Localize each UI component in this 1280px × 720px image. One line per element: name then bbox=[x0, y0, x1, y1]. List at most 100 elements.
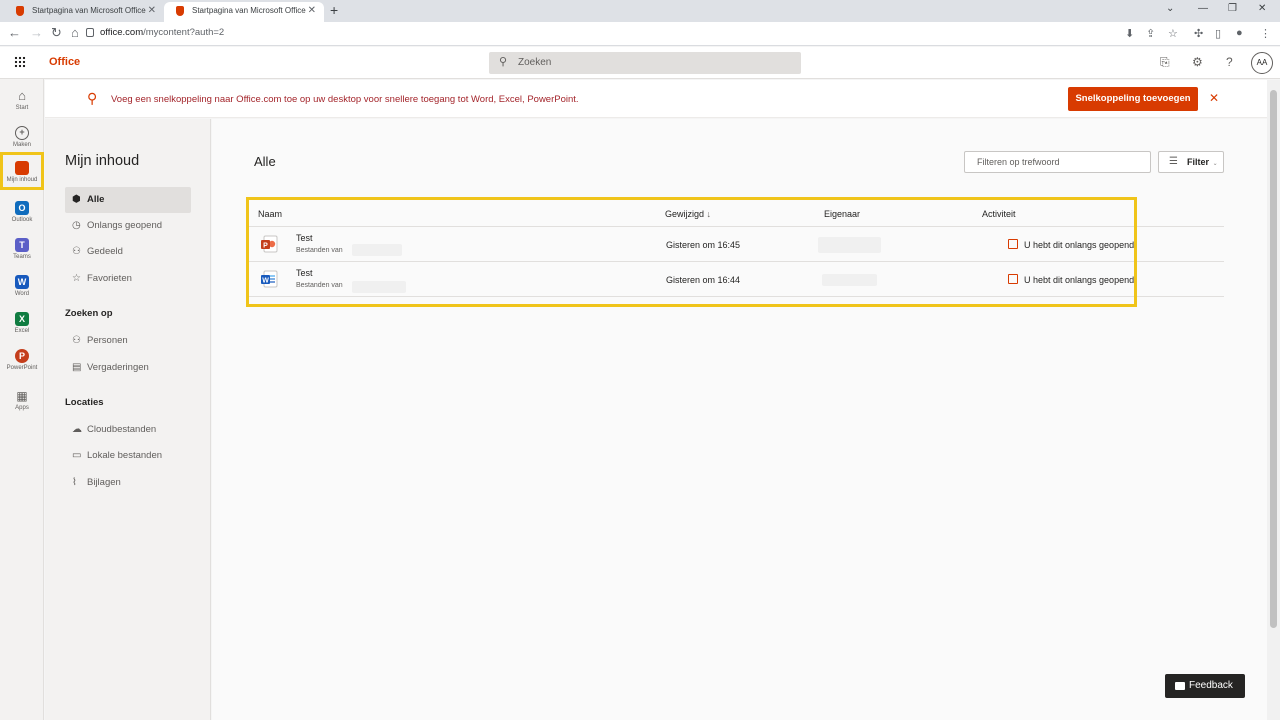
rail-item-outlook[interactable]: O Outlook bbox=[0, 195, 44, 231]
nav-item-local-files[interactable]: ▭ Lokale bestanden bbox=[65, 443, 191, 469]
plus-icon: + bbox=[15, 126, 29, 140]
page-scrollbar[interactable] bbox=[1267, 80, 1280, 720]
filter-lines-icon: ☰ bbox=[1169, 156, 1178, 167]
help-icon[interactable]: ? bbox=[1226, 55, 1233, 69]
home-icon[interactable]: ⌂ bbox=[71, 25, 79, 40]
office-brand[interactable]: Office bbox=[49, 56, 80, 68]
tab-title: Startpagina van Microsoft Office bbox=[192, 6, 306, 15]
reload-icon[interactable]: ↻ bbox=[51, 25, 62, 41]
file-location: Bestanden van bbox=[296, 247, 343, 254]
calendar-icon: ▤ bbox=[72, 362, 82, 373]
search-box[interactable]: ⚲ Zoeken bbox=[489, 52, 801, 74]
whats-new-icon[interactable]: ⎘ bbox=[1160, 55, 1170, 70]
nav-item-attachments[interactable]: ⌇ Bijlagen bbox=[65, 470, 191, 496]
folder-icon bbox=[15, 161, 29, 175]
cube-icon: ⬢ bbox=[72, 194, 81, 205]
table-row[interactable]: W Test Bestanden van Gisteren om 16:44 U… bbox=[248, 262, 1224, 297]
people-icon: ⚇ bbox=[72, 335, 81, 346]
rail-item-start[interactable]: ⌂ Start bbox=[0, 83, 44, 119]
forward-icon[interactable]: → bbox=[30, 25, 43, 40]
redacted-owner-name bbox=[352, 281, 406, 293]
tab-search-icon[interactable]: ⌄ bbox=[1166, 3, 1174, 14]
home-icon: ⌂ bbox=[18, 88, 26, 103]
outlook-icon: O bbox=[15, 201, 29, 215]
cloud-icon: ☁ bbox=[72, 424, 82, 435]
file-modified: Gisteren om 16:45 bbox=[666, 240, 741, 250]
people-icon: ⚇ bbox=[72, 246, 81, 257]
rail-item-teams[interactable]: T Teams bbox=[0, 232, 44, 268]
powerpoint-icon: P bbox=[15, 349, 29, 363]
redacted-owner bbox=[822, 274, 877, 286]
window-close-icon[interactable]: ✕ bbox=[1258, 3, 1266, 14]
sidepanel-icon[interactable]: ▯ bbox=[1215, 27, 1221, 40]
column-activity[interactable]: Activiteit bbox=[982, 209, 1016, 219]
dismiss-banner-icon[interactable]: ✕ bbox=[1209, 91, 1219, 105]
redacted-owner-name bbox=[352, 244, 402, 256]
address-bar: ← → ↻ ⌂ office.com/mycontent?auth=2 ⬇ ⇪ … bbox=[0, 22, 1280, 46]
table-row[interactable]: P Test Bestanden van Gisteren om 16:45 U… bbox=[248, 227, 1224, 262]
restore-icon[interactable]: ❐ bbox=[1228, 3, 1237, 14]
bookmark-star-icon[interactable]: ☆ bbox=[1168, 27, 1178, 40]
file-location: Bestanden van bbox=[296, 282, 343, 289]
feedback-button[interactable]: Feedback bbox=[1165, 674, 1245, 698]
main-content: Alle Filteren op trefwoord ☰ Filter ⌄ Naa… bbox=[212, 119, 1267, 720]
redacted-owner bbox=[818, 237, 881, 253]
filter-button[interactable]: ☰ Filter ⌄ bbox=[1158, 151, 1224, 173]
back-icon[interactable]: ← bbox=[8, 25, 21, 40]
url-field[interactable]: office.com/mycontent?auth=2 bbox=[100, 27, 224, 38]
rail-item-word[interactable]: W Word bbox=[0, 269, 44, 305]
scrollbar-thumb[interactable] bbox=[1270, 90, 1277, 628]
add-shortcut-button[interactable]: Snelkoppeling toevoegen bbox=[1068, 87, 1198, 111]
file-activity: U hebt dit onlangs geopend bbox=[1008, 239, 1134, 250]
keyword-filter-input[interactable]: Filteren op trefwoord bbox=[964, 151, 1151, 173]
nav-item-cloud-files[interactable]: ☁ Cloudbestanden bbox=[65, 417, 191, 443]
minimize-icon[interactable]: — bbox=[1198, 3, 1208, 14]
nav-item-meetings[interactable]: ▤ Vergaderingen bbox=[65, 355, 191, 381]
excel-icon: X bbox=[15, 312, 29, 326]
rail-item-powerpoint[interactable]: P PowerPoint bbox=[0, 343, 44, 379]
rail-item-apps[interactable]: ▦ Apps bbox=[0, 383, 44, 419]
lock-icon[interactable] bbox=[86, 28, 94, 37]
tab-title: Startpagina van Microsoft Office bbox=[32, 6, 146, 15]
close-tab-icon[interactable]: ✕ bbox=[308, 2, 316, 20]
table-header: Naam Gewijzigd ↓ Eigenaar Activiteit bbox=[248, 199, 1224, 227]
section-locations: Locaties bbox=[65, 397, 104, 408]
clock-icon: ◷ bbox=[72, 220, 81, 231]
user-avatar[interactable]: AA bbox=[1251, 52, 1273, 74]
monitor-icon: ▭ bbox=[72, 450, 82, 461]
settings-gear-icon[interactable]: ⚙ bbox=[1192, 55, 1203, 69]
nav-item-all[interactable]: ⬢ Alle bbox=[65, 187, 191, 213]
profile-icon[interactable]: ● bbox=[1236, 27, 1243, 39]
nav-item-people[interactable]: ⚇ Personen bbox=[65, 328, 191, 354]
share-icon[interactable]: ⇪ bbox=[1146, 27, 1155, 40]
browser-tab-active[interactable]: Startpagina van Microsoft Office ✕ bbox=[164, 2, 324, 22]
my-content-nav: Mijn inhoud ⬢ Alle ◷ Onlangs geopend ⚇ Gede… bbox=[45, 119, 211, 720]
page-title: Alle bbox=[254, 154, 276, 169]
banner-message: Voeg een snelkoppeling naar Office.com t… bbox=[111, 94, 579, 105]
search-placeholder: Zoeken bbox=[518, 57, 552, 68]
extensions-icon[interactable]: ✣ bbox=[1194, 27, 1203, 40]
open-activity-icon bbox=[1008, 274, 1018, 284]
file-activity: U hebt dit onlangs geopend bbox=[1008, 274, 1134, 285]
rail-item-create[interactable]: + Maken bbox=[0, 120, 44, 156]
file-name[interactable]: Test bbox=[296, 233, 313, 243]
sort-down-arrow-icon: ↓ bbox=[706, 209, 712, 219]
browser-menu-icon[interactable]: ⋮ bbox=[1260, 27, 1271, 40]
rail-item-my-content[interactable]: Mijn inhoud bbox=[0, 152, 44, 190]
file-name[interactable]: Test bbox=[296, 268, 313, 278]
column-modified[interactable]: Gewijzigd ↓ bbox=[665, 209, 711, 219]
app-launcher-icon[interactable] bbox=[14, 56, 26, 68]
nav-item-recent[interactable]: ◷ Onlangs geopend bbox=[65, 213, 191, 239]
column-name[interactable]: Naam bbox=[258, 209, 282, 219]
nav-title: Mijn inhoud bbox=[65, 153, 140, 169]
install-icon[interactable]: ⬇ bbox=[1125, 27, 1134, 40]
app-rail: ⌂ Start + Maken Mijn inhoud O Outlook T … bbox=[0, 79, 44, 720]
new-tab-icon[interactable]: + bbox=[330, 2, 338, 18]
nav-item-favorites[interactable]: ☆ Favorieten bbox=[65, 266, 191, 292]
column-owner[interactable]: Eigenaar bbox=[824, 209, 860, 219]
close-tab-icon[interactable]: ✕ bbox=[148, 2, 156, 20]
rail-item-excel[interactable]: X Excel bbox=[0, 306, 44, 342]
browser-tab[interactable]: Startpagina van Microsoft Office ✕ bbox=[4, 2, 164, 22]
office-favicon-icon bbox=[16, 6, 24, 16]
nav-item-shared[interactable]: ⚇ Gedeeld bbox=[65, 239, 191, 265]
